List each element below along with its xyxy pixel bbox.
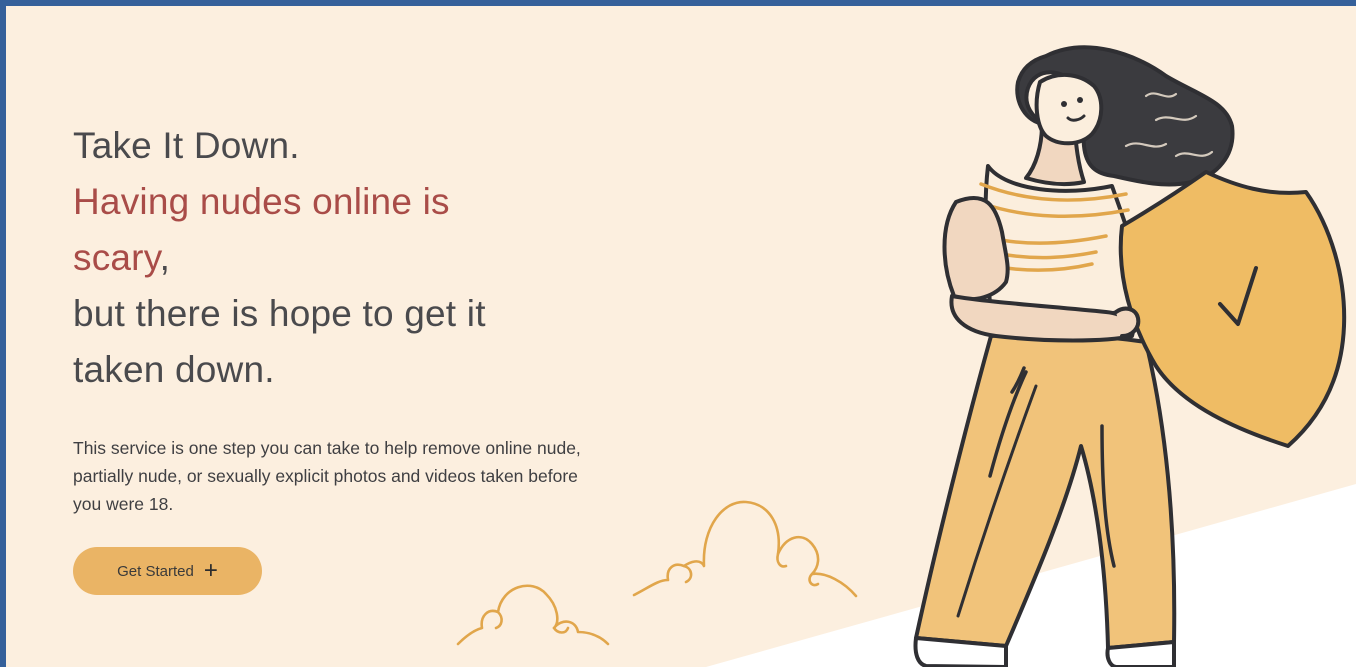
woman-holding-shield-illustration [913,45,1347,667]
hero-section: Take It Down. Having nudes online is sca… [6,6,1356,667]
